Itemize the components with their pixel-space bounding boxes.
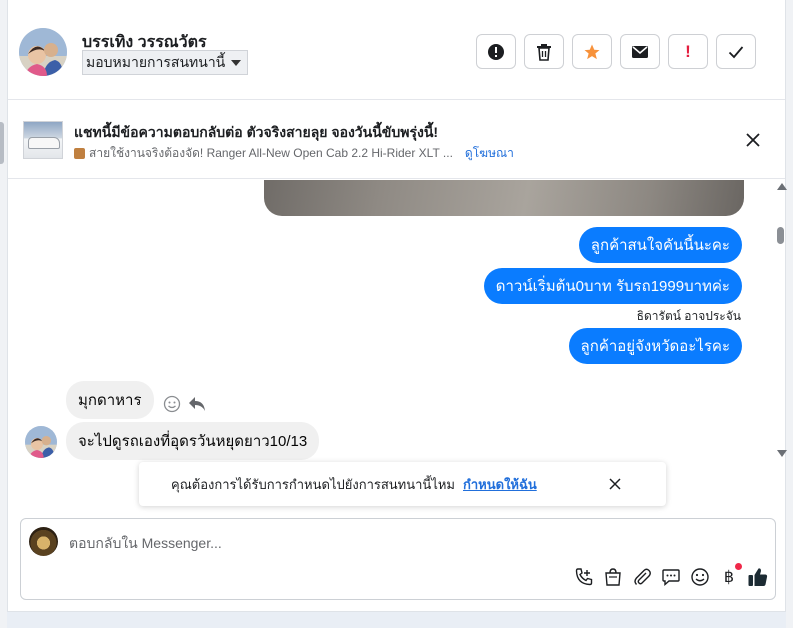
panel-resize-handle[interactable] [0, 122, 4, 164]
like-button[interactable] [747, 566, 769, 588]
close-icon [609, 478, 621, 490]
close-ad-banner-button[interactable] [739, 126, 767, 154]
scroll-down-arrow-icon[interactable] [777, 450, 787, 457]
contact-small-avatar[interactable] [25, 426, 57, 458]
reply-input[interactable] [69, 535, 709, 551]
see-ad-link[interactable]: ดูโฆษณา [465, 144, 514, 163]
conversation-header: บรรเทิง วรรณวัตร มอบหมายการสนทนานี้ ! [8, 0, 785, 100]
image-attachment[interactable] [264, 180, 744, 216]
close-toast-button[interactable] [606, 475, 624, 493]
message-actions [163, 395, 207, 413]
message-outgoing[interactable]: ลูกค้าสนใจคันนี้นะคะ [578, 227, 742, 263]
star-icon [584, 44, 600, 59]
chat-bubble-icon [662, 569, 680, 587]
message-incoming[interactable]: มุกดาหาร [66, 381, 154, 419]
saved-replies-button[interactable] [660, 566, 682, 588]
mark-spam-button[interactable] [476, 34, 516, 69]
caret-down-icon [231, 59, 242, 66]
composer-tools: ฿ [573, 563, 769, 588]
star-button[interactable] [572, 34, 612, 69]
shop-button[interactable] [602, 566, 624, 588]
phone-plus-icon [575, 568, 593, 586]
payment-button[interactable]: ฿ [718, 563, 742, 588]
assign-label: มอบหมายการสนทนานี้ [86, 53, 226, 70]
sender-name: ธิดารัตน์ อาจประจัน [636, 309, 741, 323]
message-outgoing[interactable]: ดาวน์เริ่มต้น0บาท รับรถ1999บาทค่ะ [483, 268, 742, 304]
delete-button[interactable] [524, 34, 564, 69]
assign-prompt-text: คุณต้องการได้รับการกำหนดไปยังการสนทนานี้… [171, 476, 455, 492]
assign-prompt-toast: คุณต้องการได้รับการกำหนดไปยังการสนทนานี้… [139, 462, 666, 506]
exclamation-circle-icon [488, 43, 504, 60]
ad-thumbnail[interactable] [23, 121, 63, 159]
scrollbar-thumb[interactable] [777, 227, 784, 244]
envelope-icon [632, 45, 648, 58]
assign-to-me-link[interactable]: กำหนดให้ฉัน [463, 474, 537, 495]
ad-reply-banner: แชทนี้มีข้อความตอบกลับต่อ ตัวจริงสายลุย … [8, 101, 785, 179]
contact-avatar[interactable] [19, 28, 67, 76]
left-edge [0, 0, 7, 628]
reply-composer: ฿ [20, 518, 776, 600]
assign-conversation-dropdown[interactable]: มอบหมายการสนทนานี้ [82, 50, 249, 75]
call-button[interactable] [573, 566, 595, 588]
page-avatar [29, 527, 58, 556]
reply-icon[interactable] [187, 395, 207, 413]
ad-title: แชทนี้มีข้อความตอบกลับต่อ ตัวจริงสายลุย … [74, 124, 439, 140]
follow-up-button[interactable]: ! [668, 34, 708, 69]
exclamation-icon: ! [685, 41, 691, 61]
message-thread: ลูกค้าสนใจคันนี้นะคะ ดาวน์เริ่มต้น0บาท ร… [8, 180, 785, 510]
trash-icon [537, 43, 551, 61]
package-icon [74, 148, 85, 159]
header-actions: ! [476, 34, 756, 69]
shopping-bag-icon [605, 568, 621, 586]
notification-dot [735, 563, 742, 570]
mark-unread-button[interactable] [620, 34, 660, 69]
right-edge [786, 0, 793, 628]
ad-subtitle-row: สายใช้งานจริงต้องจัด! Ranger All-New Ope… [74, 144, 514, 163]
close-icon [746, 133, 760, 147]
conversation-panel: บรรเทิง วรรณวัตร มอบหมายการสนทนานี้ ! แช… [7, 0, 787, 612]
smiley-icon [691, 568, 709, 586]
message-outgoing[interactable]: ลูกค้าอยู่จังหวัดอะไรคะ [568, 328, 742, 364]
thread-scrollbar[interactable] [774, 180, 787, 460]
thumbs-up-icon [748, 568, 768, 586]
mark-done-button[interactable] [716, 34, 756, 69]
smiley-reaction-icon[interactable] [163, 395, 181, 413]
baht-icon: ฿ [723, 569, 735, 586]
scroll-up-arrow-icon[interactable] [777, 183, 787, 190]
emoji-button[interactable] [689, 566, 711, 588]
message-incoming[interactable]: จะไปดูรถเองที่อุดรวันหยุดยาว10/13 [66, 422, 320, 460]
check-icon [728, 45, 744, 58]
ad-subtitle: สายใช้งานจริงต้องจัด! Ranger All-New Ope… [89, 146, 453, 160]
attach-button[interactable] [631, 566, 653, 588]
paperclip-icon [634, 568, 651, 585]
